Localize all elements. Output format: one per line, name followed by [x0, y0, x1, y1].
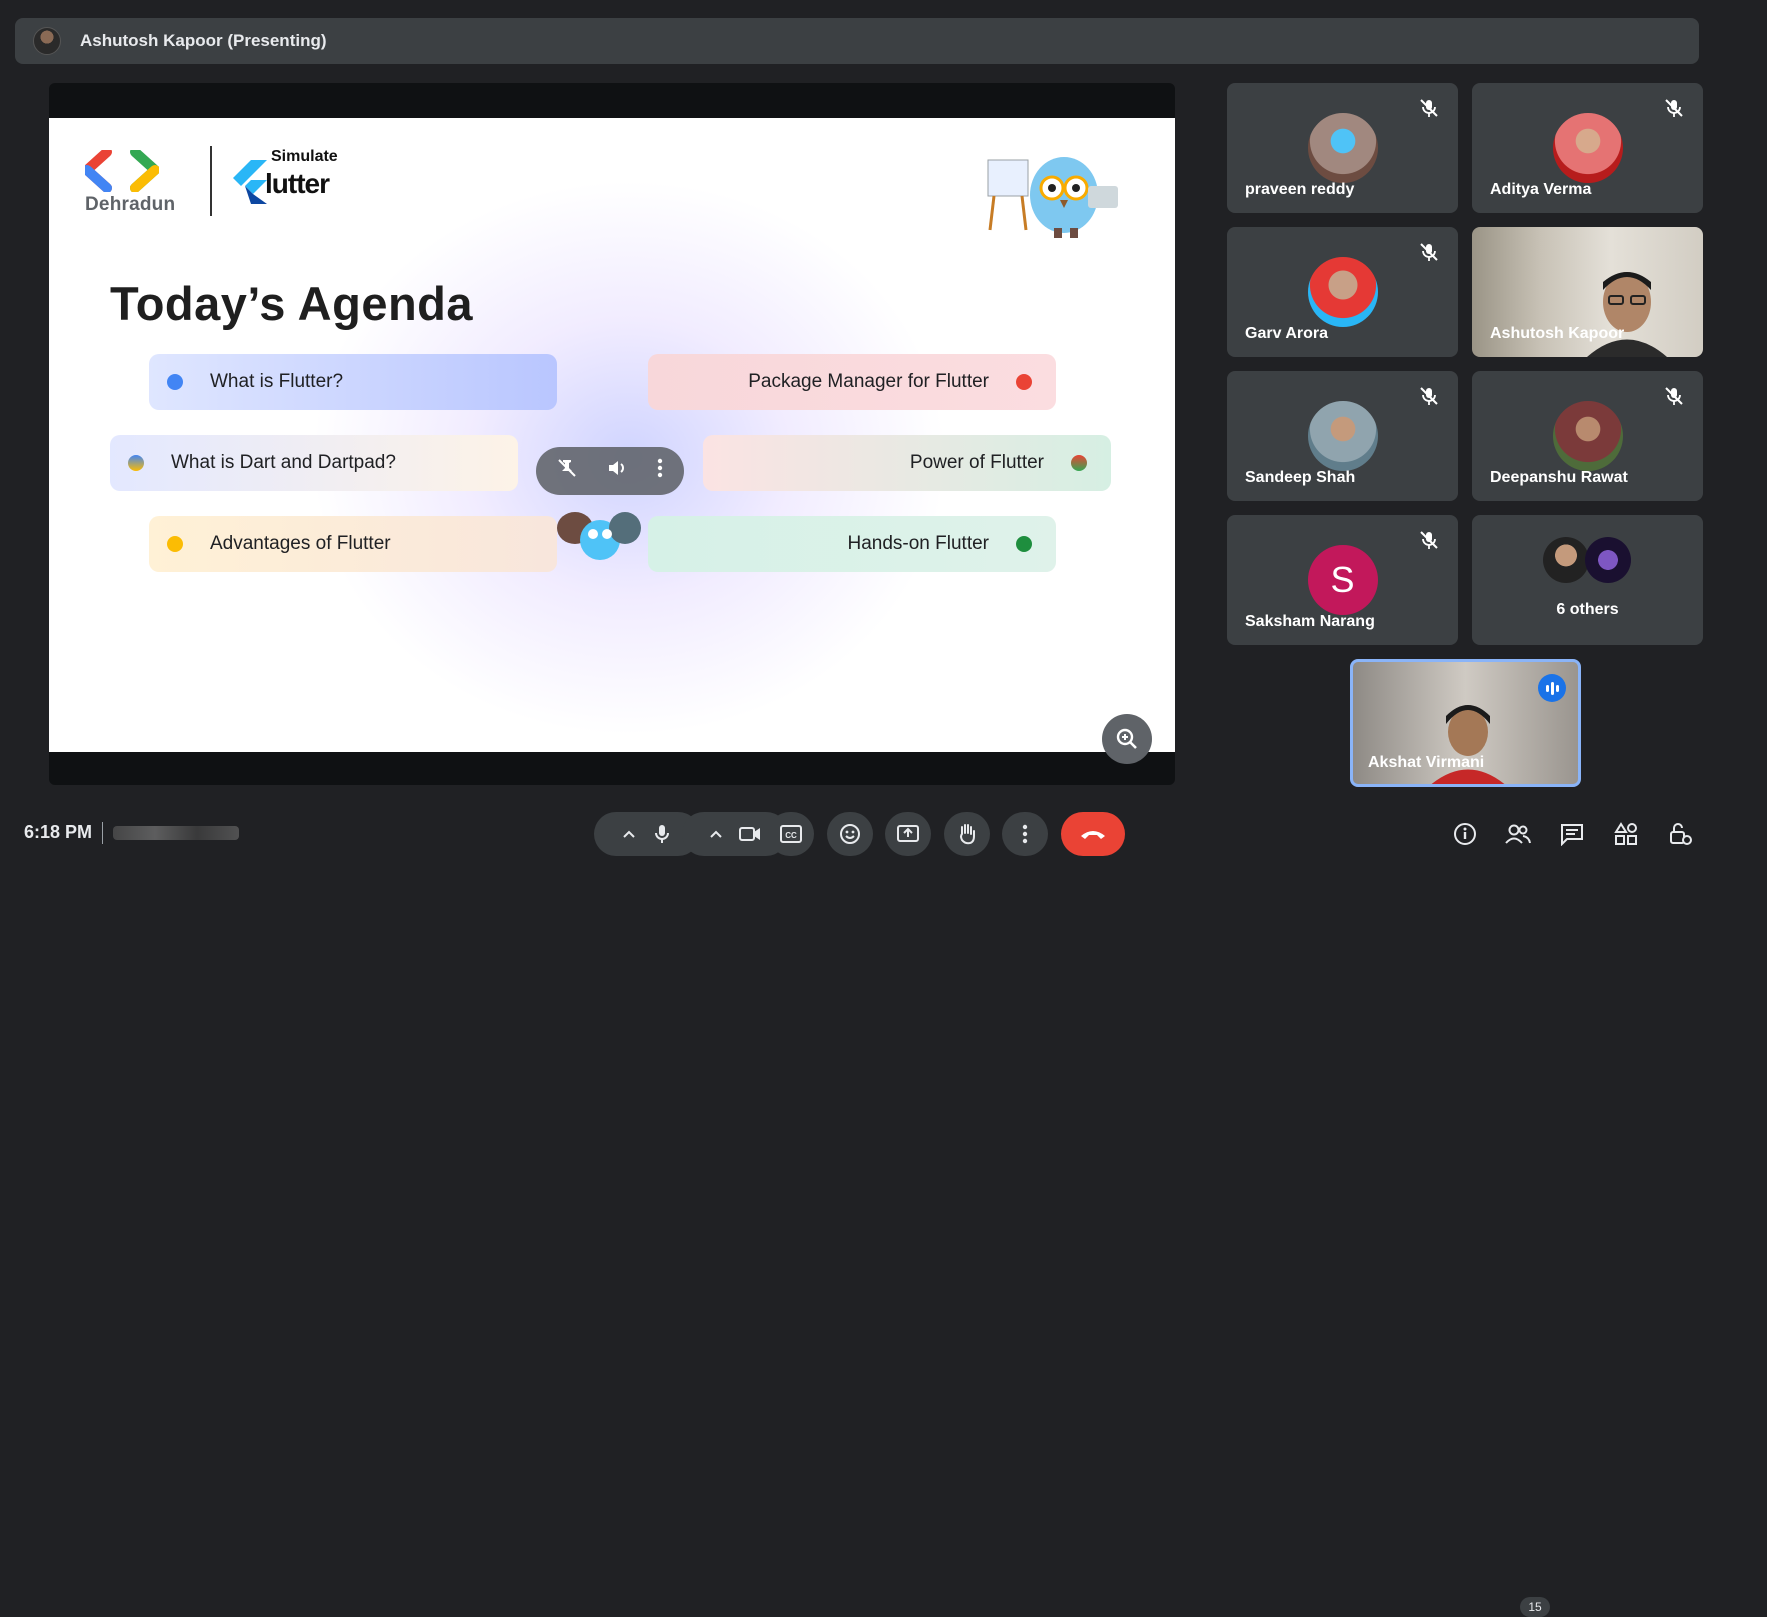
agenda-item: Power of Flutter: [703, 435, 1111, 491]
participant-name: Aditya Verma: [1490, 181, 1592, 198]
more-options-button[interactable]: [1002, 812, 1048, 856]
chevron-up-icon[interactable]: [621, 826, 637, 842]
participant-tile[interactable]: Sandeep Shah: [1227, 371, 1458, 501]
avatar: [1307, 401, 1378, 471]
agenda-item: What is Flutter?: [149, 354, 557, 410]
chat-icon: [1561, 824, 1583, 846]
speaking-indicator-icon: [1538, 674, 1566, 702]
dash-mascot-icon: [987, 157, 1118, 238]
control-bar: 6:18 PM CC 15: [0, 800, 1767, 1617]
participant-tile[interactable]: Aditya Verma: [1472, 83, 1703, 213]
self-view-tile[interactable]: Akshat Virmani: [1350, 659, 1581, 787]
agenda-item: Advantages of Flutter: [149, 516, 557, 572]
participant-name: Ashutosh Kapoor: [1490, 325, 1625, 342]
people-button[interactable]: [1504, 820, 1532, 848]
bullet-dot: [128, 455, 144, 471]
bullet-dot: [1071, 455, 1087, 471]
clock: 6:18 PM: [24, 822, 93, 842]
participant-tile[interactable]: Deepanshu Rawat: [1472, 371, 1703, 501]
volume-icon[interactable]: [607, 458, 627, 484]
host-controls-icon: [1670, 823, 1692, 845]
raise-hand-icon: [960, 824, 975, 845]
end-call-icon: [1081, 831, 1105, 839]
mic-off-icon: [1420, 531, 1438, 549]
gdg-logo-icon: [79, 147, 163, 193]
svg-text:CC: CC: [785, 831, 797, 840]
mic-off-icon: [1420, 99, 1438, 117]
avatar: [1552, 401, 1623, 471]
avatar: [1552, 113, 1623, 183]
simulate-flutter-logo: Simulate lutter: [231, 148, 361, 208]
host-controls-button[interactable]: [1666, 820, 1694, 848]
avatar: [1585, 537, 1631, 583]
avatar-initial: S: [1307, 545, 1378, 615]
captions-button[interactable]: CC: [768, 812, 814, 856]
people-icon: [1505, 824, 1531, 844]
chevron-up-icon[interactable]: [708, 826, 724, 842]
emoji-button[interactable]: [827, 812, 873, 856]
video-controls-overlay: [536, 447, 684, 495]
present-button[interactable]: [885, 812, 931, 856]
chat-button[interactable]: [1558, 820, 1586, 848]
self-video-icon: [1431, 705, 1505, 784]
presenter-bar: Ashutosh Kapoor (Presenting): [15, 18, 1699, 64]
gdg-city: Dehradun: [85, 194, 176, 215]
mic-off-icon: [1665, 99, 1683, 117]
zoom-in-icon: [1116, 728, 1137, 749]
people-count-badge: 15: [1520, 1597, 1550, 1617]
participant-name: Deepanshu Rawat: [1490, 469, 1628, 486]
self-name: Akshat Virmani: [1368, 754, 1485, 771]
mic-off-icon: [1420, 387, 1438, 405]
pin-off-icon[interactable]: [557, 458, 577, 484]
participant-name: Garv Arora: [1245, 325, 1328, 342]
participant-tile[interactable]: Garv Arora: [1227, 227, 1458, 357]
mic-off-icon: [1665, 387, 1683, 405]
meeting-code-redacted: [113, 826, 239, 840]
avatar: [1307, 257, 1378, 327]
avatar: [1307, 113, 1378, 183]
bullet-dot: [1016, 374, 1032, 390]
agenda-item: Package Manager for Flutter: [648, 354, 1056, 410]
bullet-dot: [167, 536, 183, 552]
present-icon: [897, 825, 919, 842]
presentation-stage: Dehradun Simulate lutter Today’s Agenda: [49, 83, 1175, 785]
slide-title: Today’s Agenda: [110, 277, 474, 330]
participant-name: praveen reddy: [1245, 181, 1355, 198]
activities-icon: [1614, 822, 1637, 845]
raise-hand-button[interactable]: [944, 812, 990, 856]
agenda-item: What is Dart and Dartpad?: [110, 435, 518, 491]
presenter-avatar: [33, 27, 61, 55]
agenda-item: Hands-on Flutter: [648, 516, 1056, 572]
slide: Dehradun Simulate lutter Today’s Agenda: [49, 118, 1175, 752]
captions-icon: CC: [780, 825, 802, 843]
participant-tile[interactable]: S Saksham Narang: [1227, 515, 1458, 645]
bullet-dot: [1016, 536, 1032, 552]
gdg-logo: Dehradun: [79, 147, 176, 220]
others-count: 6 others: [1556, 601, 1619, 618]
zoom-in-button[interactable]: [1102, 714, 1152, 764]
mic-icon[interactable]: [651, 823, 673, 845]
participant-video-tile[interactable]: Ashutosh Kapoor: [1472, 227, 1703, 357]
participant-tile[interactable]: praveen reddy: [1227, 83, 1458, 213]
more-icon: [1022, 824, 1028, 844]
emoji-icon: [840, 824, 860, 844]
info-button[interactable]: [1451, 820, 1479, 848]
flutter-logo-icon: [233, 160, 267, 204]
presenter-name: Ashutosh Kapoor (Presenting): [80, 31, 327, 50]
bullet-dot: [167, 374, 183, 390]
others-tile[interactable]: 6 others: [1472, 515, 1703, 645]
activities-button[interactable]: [1612, 820, 1640, 848]
more-options-icon[interactable]: [657, 458, 663, 484]
participant-name: Sandeep Shah: [1245, 469, 1356, 486]
end-call-button[interactable]: [1061, 812, 1125, 856]
mic-off-icon: [1420, 243, 1438, 261]
avatar: [1543, 537, 1589, 583]
camera-icon[interactable]: [738, 823, 762, 845]
mini-mascots-icon: [557, 512, 641, 560]
participant-name: Saksham Narang: [1245, 613, 1375, 630]
info-icon: [1454, 823, 1476, 845]
